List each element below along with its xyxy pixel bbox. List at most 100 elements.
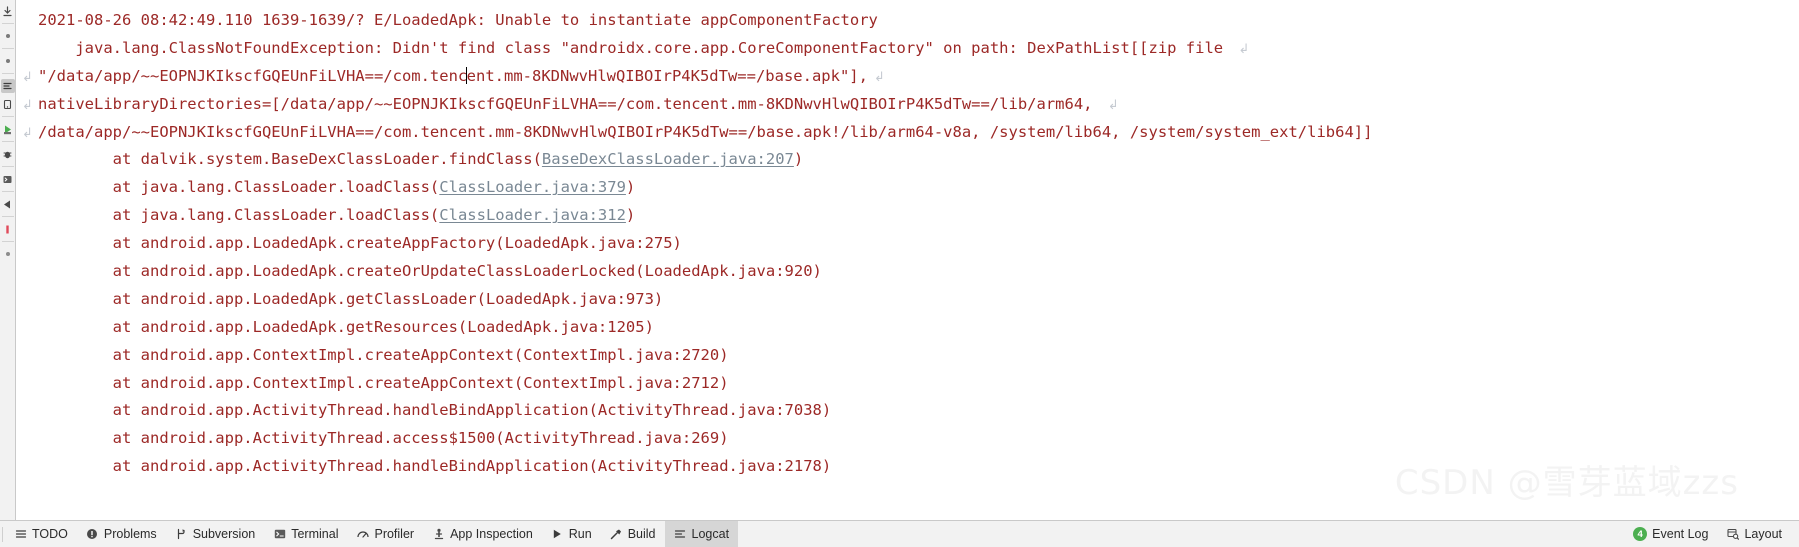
status-bar-item-label: App Inspection <box>450 527 533 541</box>
log-text: ) <box>625 178 636 197</box>
rail-divider <box>1 141 14 142</box>
soft-wrap-end-icon: ↲ <box>873 69 885 85</box>
status-bar-item-label: Problems <box>103 527 157 541</box>
run-green-icon[interactable] <box>1 122 15 136</box>
logcat-line[interactable]: at java.lang.ClassLoader.loadClass(Class… <box>16 174 1799 202</box>
status-bar-item-run[interactable]: Run <box>542 521 601 547</box>
source-link[interactable]: BaseDexClassLoader.java:207 <box>542 150 794 168</box>
status-bar-item-label: Layout <box>1744 527 1782 541</box>
status-bar-item-build[interactable]: Build <box>601 521 665 547</box>
profiler-icon <box>356 528 369 541</box>
log-text: at android.app.LoadedApk.createAppFactor… <box>38 234 682 253</box>
dot-gray-icon[interactable] <box>1 247 15 261</box>
terminal-rail-icon[interactable] <box>1 172 15 186</box>
rail-divider <box>1 241 14 242</box>
logcat-line[interactable]: ↲ "/data/app/~~EOPNJKIkscfGQEUnFiLVHA==/c… <box>16 63 1799 91</box>
left-tool-rail[interactable] <box>0 0 16 520</box>
device-icon[interactable] <box>1 97 15 111</box>
source-link[interactable]: ClassLoader.java:312 <box>439 206 626 224</box>
logcat-line-list[interactable]: 2021-08-26 08:42:49.110 1639-1639/? E/Lo… <box>16 0 1799 481</box>
logcat-line[interactable]: ↲ nativeLibraryDirectories=[/data/app/~~E… <box>16 91 1799 119</box>
log-text: ent.mm-8KDNwvHlwQIBOIrP4K5dTw==/base.apk… <box>466 66 868 85</box>
logcat-line[interactable]: at dalvik.system.BaseDexClassLoader.find… <box>16 146 1799 174</box>
logcat-line[interactable]: at android.app.LoadedApk.createAppFactor… <box>16 230 1799 258</box>
status-bar-item-event-log[interactable]: 4 Event Log <box>1624 521 1717 547</box>
log-text: at android.app.LoadedApk.getClassLoader(… <box>38 289 664 308</box>
status-bar-item-label: Run <box>568 527 592 541</box>
hammer-icon <box>610 528 623 541</box>
logcat-line[interactable]: at android.app.LoadedApk.createOrUpdateC… <box>16 258 1799 286</box>
source-link[interactable]: ClassLoader.java:379 <box>439 178 626 196</box>
log-text: "/data/app/~~EOPNJKIkscfGQEUnFiLVHA==/co… <box>38 66 468 85</box>
line-gutter-spacer <box>22 315 38 343</box>
status-bar-item-subversion[interactable]: Subversion <box>166 521 265 547</box>
status-bar-item-label: Subversion <box>192 527 256 541</box>
status-bar-item-profiler[interactable]: Profiler <box>347 521 423 547</box>
status-bar-item-layout[interactable]: Layout <box>1717 521 1791 547</box>
line-gutter-spacer <box>22 175 38 203</box>
logcat-line[interactable]: ↲ /data/app/~~EOPNJKIkscfGQEUnFiLVHA==/co… <box>16 119 1799 147</box>
line-gutter-spacer <box>22 8 38 36</box>
logcat-line[interactable]: at java.lang.ClassLoader.loadClass(Class… <box>16 202 1799 230</box>
event-log-count-badge: 4 <box>1633 527 1648 541</box>
logcat-icon <box>674 528 687 541</box>
inspection-icon <box>432 528 445 541</box>
soft-wrap-indicator-icon: ↲ <box>22 69 33 85</box>
status-bar-item-problems[interactable]: Problems <box>77 521 166 547</box>
status-bar: TODO Problems Subversion Terminal Profiler Ap… <box>0 520 1799 547</box>
dot-small-icon[interactable] <box>1 29 15 43</box>
debug-bug-icon[interactable] <box>1 147 15 161</box>
log-text: ) <box>625 206 636 225</box>
rail-divider <box>1 116 14 117</box>
branch-icon <box>175 528 188 541</box>
logcat-rail-icon[interactable] <box>0 79 15 93</box>
logcat-line[interactable]: 2021-08-26 08:42:49.110 1639-1639/? E/Lo… <box>16 7 1799 35</box>
logcat-output-panel[interactable]: 2021-08-26 08:42:49.110 1639-1639/? E/Lo… <box>16 0 1799 520</box>
logcat-line[interactable]: java.lang.ClassNotFoundException: Didn't… <box>16 35 1799 63</box>
rail-divider <box>1 191 14 192</box>
logcat-line[interactable]: at android.app.LoadedApk.getResources(Lo… <box>16 314 1799 342</box>
log-text: at android.app.ActivityThread.access$150… <box>38 429 729 448</box>
logcat-line[interactable]: at android.app.ContextImpl.createAppCont… <box>16 342 1799 370</box>
list-icon <box>14 528 27 541</box>
logcat-line[interactable]: at android.app.ActivityThread.handleBind… <box>16 397 1799 425</box>
log-text: at android.app.LoadedApk.createOrUpdateC… <box>38 262 822 281</box>
log-text: /data/app/~~EOPNJKIkscfGQEUnFiLVHA==/com… <box>38 122 1373 141</box>
rail-divider <box>1 23 14 24</box>
logcat-line[interactable]: at android.app.LoadedApk.getClassLoader(… <box>16 286 1799 314</box>
soft-wrap-indicator-icon: ↲ <box>22 125 33 141</box>
status-bar-item-logcat[interactable]: Logcat <box>664 521 739 547</box>
status-bar-divider <box>2 526 3 542</box>
error-red-icon[interactable] <box>1 222 15 236</box>
line-gutter-spacer <box>22 36 38 64</box>
status-bar-item-label: Event Log <box>1652 527 1709 541</box>
terminal-icon <box>273 528 286 541</box>
layout-icon <box>1726 528 1739 541</box>
back-arrow-icon[interactable] <box>1 197 15 211</box>
status-bar-item-terminal[interactable]: Terminal <box>264 521 347 547</box>
dot-small-icon-2[interactable] <box>1 54 15 68</box>
status-bar-item-label: Profiler <box>374 527 415 541</box>
window-body: 2021-08-26 08:42:49.110 1639-1639/? E/Lo… <box>0 0 1799 520</box>
log-text: at android.app.ContextImpl.createAppCont… <box>38 373 729 392</box>
logcat-line[interactable]: at android.app.ActivityThread.access$150… <box>16 425 1799 453</box>
download-icon[interactable] <box>1 4 15 18</box>
soft-wrap-end-icon: ↲ <box>1238 41 1250 57</box>
line-gutter-spacer <box>22 371 38 399</box>
android-studio-logcat-window: 2021-08-26 08:42:49.110 1639-1639/? E/Lo… <box>0 0 1799 547</box>
status-bar-left-group: TODO Problems Subversion Terminal Profiler Ap… <box>0 521 739 547</box>
line-gutter-spacer <box>22 426 38 454</box>
log-text: 2021-08-26 08:42:49.110 1639-1639/? E/Lo… <box>38 11 878 29</box>
logcat-line[interactable]: at android.app.ActivityThread.handleBind… <box>16 453 1799 481</box>
log-text: at android.app.LoadedApk.getResources(Lo… <box>38 317 654 336</box>
status-bar-item-todo[interactable]: TODO <box>5 521 77 547</box>
status-bar-item-label: Logcat <box>691 527 730 541</box>
status-bar-item-app-inspection[interactable]: App Inspection <box>423 521 542 547</box>
log-text: at android.app.ActivityThread.handleBind… <box>38 457 832 476</box>
line-gutter-spacer <box>22 259 38 287</box>
status-bar-item-label: Build <box>627 527 656 541</box>
rail-divider <box>1 216 14 217</box>
log-text: at dalvik.system.BaseDexClassLoader.find… <box>38 150 542 169</box>
logcat-line[interactable]: at android.app.ContextImpl.createAppCont… <box>16 370 1799 398</box>
line-gutter-spacer <box>22 398 38 426</box>
